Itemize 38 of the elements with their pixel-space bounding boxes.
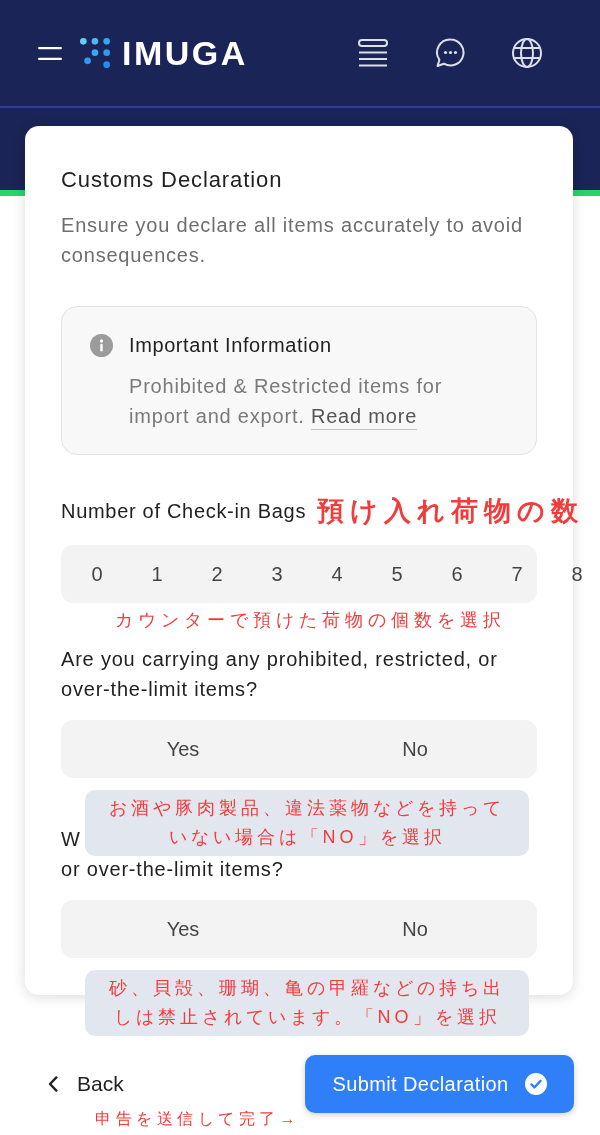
field-label: Number of Check-in Bags [61,499,307,523]
question-text: Are you carrying any prohibited, restricted, or over-the-limit items? [61,647,499,702]
info-icon [90,333,113,357]
question-text: or over-the-limit items? [61,857,284,882]
annotation-note: 砂、貝殻、珊瑚、亀の甲羅などの持ち出しは禁止されています。「NO」を選択 [85,970,529,1036]
option-button[interactable]: 4 [307,545,367,603]
list-icon[interactable] [358,38,388,68]
logo-icon [80,38,110,68]
annotation-note: お酒や豚肉製品、違法薬物などを持っていない場合は「NO」を選択 [85,790,529,856]
annotation-heading: 預け入れ荷物の数 [317,495,585,528]
info-text: Prohibited & Restricted items for import and export. Read more [129,371,499,431]
option-button[interactable]: 3 [247,545,307,603]
info-title: Important Information [129,333,332,358]
page-title: Customs Declaration [61,166,284,194]
chevron-left-icon [48,1076,58,1092]
globe-icon[interactable] [512,38,542,68]
option-button[interactable]: 8 [547,545,600,603]
option-button[interactable]: 6 [427,545,487,603]
option-button[interactable]: Yes [67,720,299,778]
option-button[interactable]: 5 [367,545,427,603]
option-button[interactable]: No [299,720,531,778]
option-button[interactable]: 0 [67,545,127,603]
option-button[interactable]: No [299,900,531,958]
read-more-link[interactable]: Read more [310,405,418,430]
option-button[interactable]: 1 [127,545,187,603]
option-button[interactable]: Yes [67,900,299,958]
submit-button[interactable]: Submit Declaration [305,1055,574,1113]
app-name: IMUGA [122,33,248,73]
check-circle-icon [524,1073,547,1095]
chat-icon[interactable] [435,38,465,68]
annotation-caption: 申告を送信して完了→ [95,1109,300,1129]
option-button[interactable]: 7 [487,545,547,603]
page-subtitle: Ensure you declare all items accurately to avoid consequences. [61,213,524,268]
annotation-caption: カウンターで預けた荷物の個数を選択 [115,609,506,631]
question-text: W [61,827,81,852]
menu-icon[interactable] [38,46,62,60]
option-button[interactable]: 2 [187,545,247,603]
back-button[interactable]: Back [48,1072,124,1096]
